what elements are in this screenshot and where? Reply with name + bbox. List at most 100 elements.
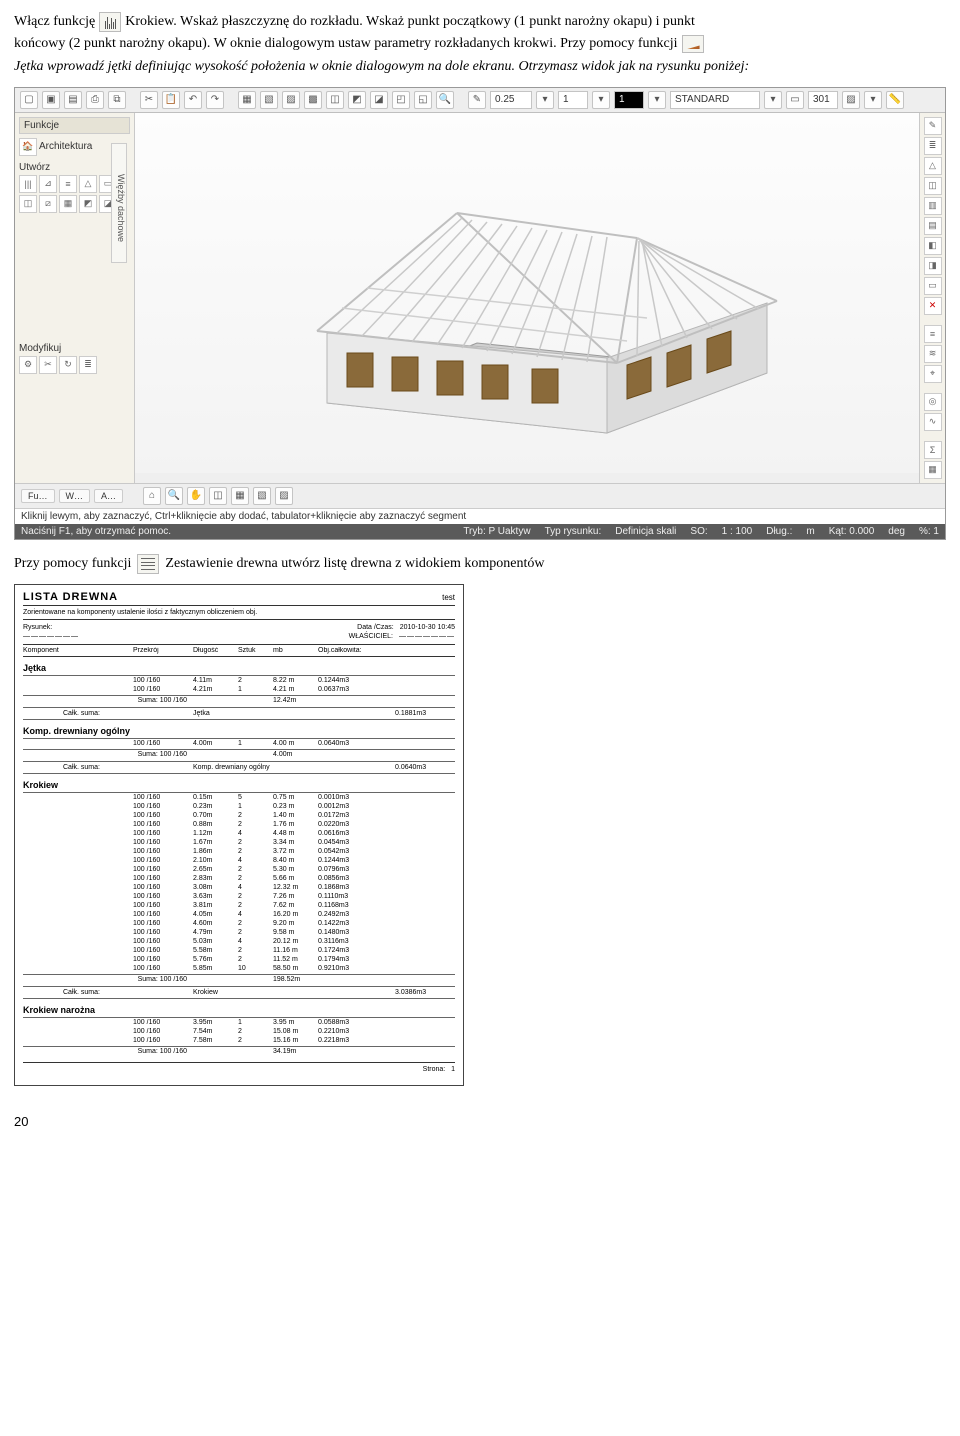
layer-icon[interactable]: ▭ <box>786 91 804 109</box>
cell-szt: 10 <box>238 965 273 972</box>
hatch-icon[interactable]: ▨ <box>842 91 860 109</box>
tool-icon[interactable]: ⊿ <box>39 175 57 193</box>
section-name: Jętka <box>23 661 455 676</box>
tool-icon[interactable]: ◫ <box>19 195 37 213</box>
architecture-icon[interactable]: 🏠 <box>19 138 37 156</box>
dropdown-icon[interactable]: ▾ <box>592 91 610 109</box>
cell-mb: 5.66 m <box>273 875 318 882</box>
cell-przekroj: 100 /160 <box>133 821 193 828</box>
zoom-icon[interactable]: 🔍 <box>165 487 183 505</box>
copy-icon[interactable]: ⧉ <box>108 91 126 109</box>
tool-icon[interactable]: ▦ <box>238 91 256 109</box>
cell-przekroj: 100 /160 <box>133 677 193 684</box>
dropdown-icon[interactable]: ▾ <box>864 91 882 109</box>
dropdown-icon[interactable]: ▾ <box>648 91 666 109</box>
tool-icon[interactable]: ⚙ <box>19 356 37 374</box>
cell-dl: 0.23m <box>193 803 238 810</box>
toolbar-layer-select[interactable]: STANDARD <box>670 91 760 109</box>
total-row: Całk. suma:Komp. drewniany ogólny0.0640m… <box>23 761 455 774</box>
tool-icon[interactable]: ✎ <box>924 117 942 135</box>
cut-icon[interactable]: ✂ <box>140 91 158 109</box>
dropdown-icon[interactable]: ▾ <box>536 91 554 109</box>
tool-icon[interactable]: ≣ <box>924 137 942 155</box>
tool-icon[interactable]: ◫ <box>209 487 227 505</box>
tool-icon[interactable]: ◫ <box>924 177 942 195</box>
status-so: SO: <box>690 526 707 537</box>
tool-icon[interactable]: ◨ <box>924 257 942 275</box>
paste-icon[interactable]: 📋 <box>162 91 180 109</box>
redo-icon[interactable]: ↷ <box>206 91 224 109</box>
tool-icon[interactable]: ≣ <box>79 356 97 374</box>
tool-icon[interactable]: ∿ <box>924 413 942 431</box>
tool-icon[interactable]: ≡ <box>924 325 942 343</box>
tool-icon[interactable]: ▥ <box>924 197 942 215</box>
tool-icon[interactable]: ◪ <box>370 91 388 109</box>
cell-przekroj: 100 /160 <box>133 740 193 747</box>
tool-icon[interactable]: ▨ <box>282 91 300 109</box>
cell-obj: 0.0454m3 <box>318 839 378 846</box>
open-icon[interactable]: ▣ <box>42 91 60 109</box>
delete-icon[interactable]: ✕ <box>924 297 942 315</box>
zoom-icon[interactable]: 🔍 <box>436 91 454 109</box>
vertical-tab[interactable]: Więźby dachowe <box>111 143 127 263</box>
cell-szt: 2 <box>238 920 273 927</box>
tool-icon[interactable]: ▩ <box>304 91 322 109</box>
tool-icon[interactable]: ▨ <box>275 487 293 505</box>
print-icon[interactable]: ⎙ <box>86 91 104 109</box>
bottom-tab[interactable]: Fu… <box>21 489 55 503</box>
cell-dl: 0.15m <box>193 794 238 801</box>
tool-icon[interactable]: ▧ <box>260 91 278 109</box>
tool-icon[interactable]: ▧ <box>253 487 271 505</box>
toolbar-input-a[interactable]: 0.25 <box>490 91 532 109</box>
cell-dl: 0.70m <box>193 812 238 819</box>
cell-przekroj: 100 /160 <box>133 884 193 891</box>
cell-mb: 11.16 m <box>273 947 318 954</box>
tool-icon[interactable]: ◰ <box>392 91 410 109</box>
tool-icon[interactable]: ▦ <box>924 461 942 479</box>
tool-icon[interactable]: ||| <box>19 175 37 193</box>
tool-icon[interactable]: ✂ <box>39 356 57 374</box>
tool-icon[interactable]: ⌖ <box>924 365 942 383</box>
toolbar-input-b[interactable]: 1 <box>558 91 588 109</box>
pencil-icon[interactable]: ✎ <box>468 91 486 109</box>
tool-icon[interactable]: ≋ <box>924 345 942 363</box>
measure-icon[interactable]: 📏 <box>886 91 904 109</box>
tool-icon[interactable]: ◫ <box>326 91 344 109</box>
tool-icon[interactable]: ▦ <box>231 487 249 505</box>
tool-icon[interactable]: ◩ <box>348 91 366 109</box>
tool-icon[interactable]: ◩ <box>79 195 97 213</box>
new-icon[interactable]: ▢ <box>20 91 38 109</box>
tool-icon[interactable]: ≡ <box>59 175 77 193</box>
cell-szt: 1 <box>238 803 273 810</box>
zoom-extents-icon[interactable]: ⌂ <box>143 487 161 505</box>
cell-dl: 4.05m <box>193 911 238 918</box>
report-column-headers: Komponent Przekrój Długość Sztuk mb Obj.… <box>23 644 455 657</box>
cad-bottom-tabs-row: Fu… W… A… ⌂ 🔍 ✋ ◫ ▦ ▧ ▨ <box>15 483 945 508</box>
toolbar-input-c[interactable]: 1 <box>614 91 644 109</box>
tool-icon[interactable]: ▦ <box>59 195 77 213</box>
cell-mb: 8.22 m <box>273 677 318 684</box>
bottom-tab[interactable]: A… <box>94 489 123 503</box>
undo-icon[interactable]: ↶ <box>184 91 202 109</box>
total-row: Całk. suma:Krokiew3.0386m3 <box>23 986 455 999</box>
tool-icon[interactable]: ◎ <box>924 393 942 411</box>
col-obj: Obj.całkowita: <box>318 647 378 654</box>
tool-icon[interactable]: ▭ <box>924 277 942 295</box>
tool-icon[interactable]: ↻ <box>59 356 77 374</box>
cell-mb: 0.75 m <box>273 794 318 801</box>
tool-icon[interactable]: ◱ <box>414 91 432 109</box>
tool-icon[interactable]: △ <box>924 157 942 175</box>
data-value: 2010-10-30 10:45 <box>400 624 455 631</box>
tool-icon[interactable]: Σ <box>924 441 942 459</box>
tool-icon[interactable]: ▤ <box>924 217 942 235</box>
tool-icon[interactable]: ◧ <box>924 237 942 255</box>
cad-viewport[interactable] <box>135 113 919 473</box>
toolbar-code[interactable]: 301 <box>808 91 838 109</box>
bottom-tab[interactable]: W… <box>59 489 91 503</box>
tool-icon[interactable]: △ <box>79 175 97 193</box>
pan-icon[interactable]: ✋ <box>187 487 205 505</box>
dropdown-icon[interactable]: ▾ <box>764 91 782 109</box>
tool-icon[interactable]: ⧄ <box>39 195 57 213</box>
table-row: 100 /1602.83m25.66 m0.0856m3 <box>23 874 455 883</box>
save-icon[interactable]: ▤ <box>64 91 82 109</box>
